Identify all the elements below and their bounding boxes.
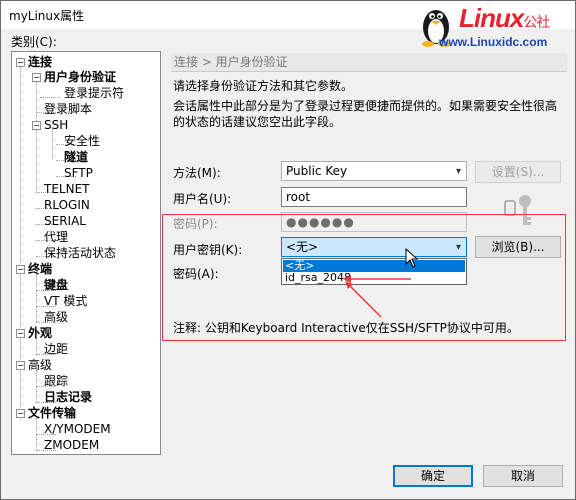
method-select-value: Public Key	[286, 164, 348, 178]
description-line-3: 的状态的话建议您空出此字段。	[173, 115, 342, 129]
settings-button[interactable]: 设置(S)...	[475, 161, 561, 183]
expand-toggle-icon[interactable]: −	[16, 361, 25, 370]
expand-toggle-icon[interactable]: −	[16, 58, 25, 67]
tree-item-login-prompts[interactable]: 登录提示符	[64, 85, 124, 101]
tree-item-telnet[interactable]: TELNET	[44, 181, 90, 197]
watermark-logo: Linux公社 www.Linuxidc.com	[409, 1, 575, 49]
tree-item-connection[interactable]: 连接	[28, 54, 52, 70]
method-select[interactable]: Public Key ▾	[281, 161, 467, 181]
section-divider	[171, 71, 567, 72]
tree-item-login-script[interactable]: 登录脚本	[44, 101, 92, 117]
chevron-down-icon: ▾	[455, 166, 461, 177]
watermark-url: www.Linuxidc.com	[439, 35, 548, 49]
description-line-2: 会话属性中此部分是为了登录过程更便捷而提供的。如果需要安全性很高	[173, 99, 558, 113]
tree-item-file-transfer[interactable]: 文件传输	[28, 405, 76, 421]
tree-item-advanced2[interactable]: 高级	[28, 357, 52, 373]
expand-toggle-icon[interactable]: −	[32, 73, 41, 82]
ok-button[interactable]: 确定	[393, 465, 473, 487]
username-input[interactable]: root	[281, 187, 467, 207]
tree-item-ssh[interactable]: SSH	[44, 117, 68, 133]
tree-item-keyboard[interactable]: 键盘	[44, 277, 68, 293]
expand-toggle-icon[interactable]: −	[16, 329, 25, 338]
tree-item-tracing[interactable]: 跟踪	[44, 373, 68, 389]
method-label: 方法(M):	[173, 166, 221, 180]
tree-item-terminal[interactable]: 终端	[28, 261, 52, 277]
section-breadcrumb: 连接 > 用户身份验证	[171, 53, 567, 71]
tree-item-serial[interactable]: SERIAL	[44, 213, 86, 229]
tree-item-appearance[interactable]: 外观	[28, 325, 52, 341]
expand-toggle-icon[interactable]: −	[16, 409, 25, 418]
tree-item-advanced[interactable]: 高级	[44, 309, 68, 325]
tree-item-rlogin[interactable]: RLOGIN	[44, 197, 90, 213]
expand-toggle-icon[interactable]: −	[16, 265, 25, 274]
properties-window: myLinux属性 Linux公社 www.Linuxidc.com 类别(C)…	[0, 0, 576, 500]
watermark-brand: Linux公社	[459, 3, 550, 33]
window-title: myLinux属性	[9, 9, 85, 23]
tree-item-zmodem[interactable]: ZMODEM	[44, 437, 99, 453]
tree-item-vt-modes[interactable]: VT 模式	[44, 293, 87, 309]
username-label: 用户名(U):	[173, 192, 232, 206]
tree-item-xymodem[interactable]: X/YMODEM	[44, 421, 111, 437]
tree-item-sftp[interactable]: SFTP	[64, 165, 93, 181]
tree-item-security[interactable]: 安全性	[64, 133, 100, 149]
description-line-1: 请选择身份验证方法和其它参数。	[173, 79, 354, 93]
tree-item-logging[interactable]: 日志记录	[44, 389, 92, 405]
tree-item-tunnel[interactable]: 隧道	[64, 149, 88, 165]
note-text: 注释: 公钥和Keyboard Interactive仅在SSH/SFTP协议中…	[173, 321, 519, 335]
category-label: 类别(C):	[11, 35, 57, 49]
tree-item-proxy[interactable]: 代理	[44, 229, 68, 245]
category-tree[interactable]: − 连接 − 用户身份验证 登录提示符 登录脚本 − SSH 安全性 隧道 SF…	[11, 51, 161, 455]
expand-toggle-icon[interactable]: −	[32, 121, 41, 130]
tree-item-margin[interactable]: 边距	[44, 341, 68, 357]
tree-item-auth[interactable]: 用户身份验证	[44, 69, 116, 85]
cancel-button[interactable]: 取消	[483, 465, 563, 487]
tree-item-keepalive[interactable]: 保持活动状态	[44, 245, 116, 261]
